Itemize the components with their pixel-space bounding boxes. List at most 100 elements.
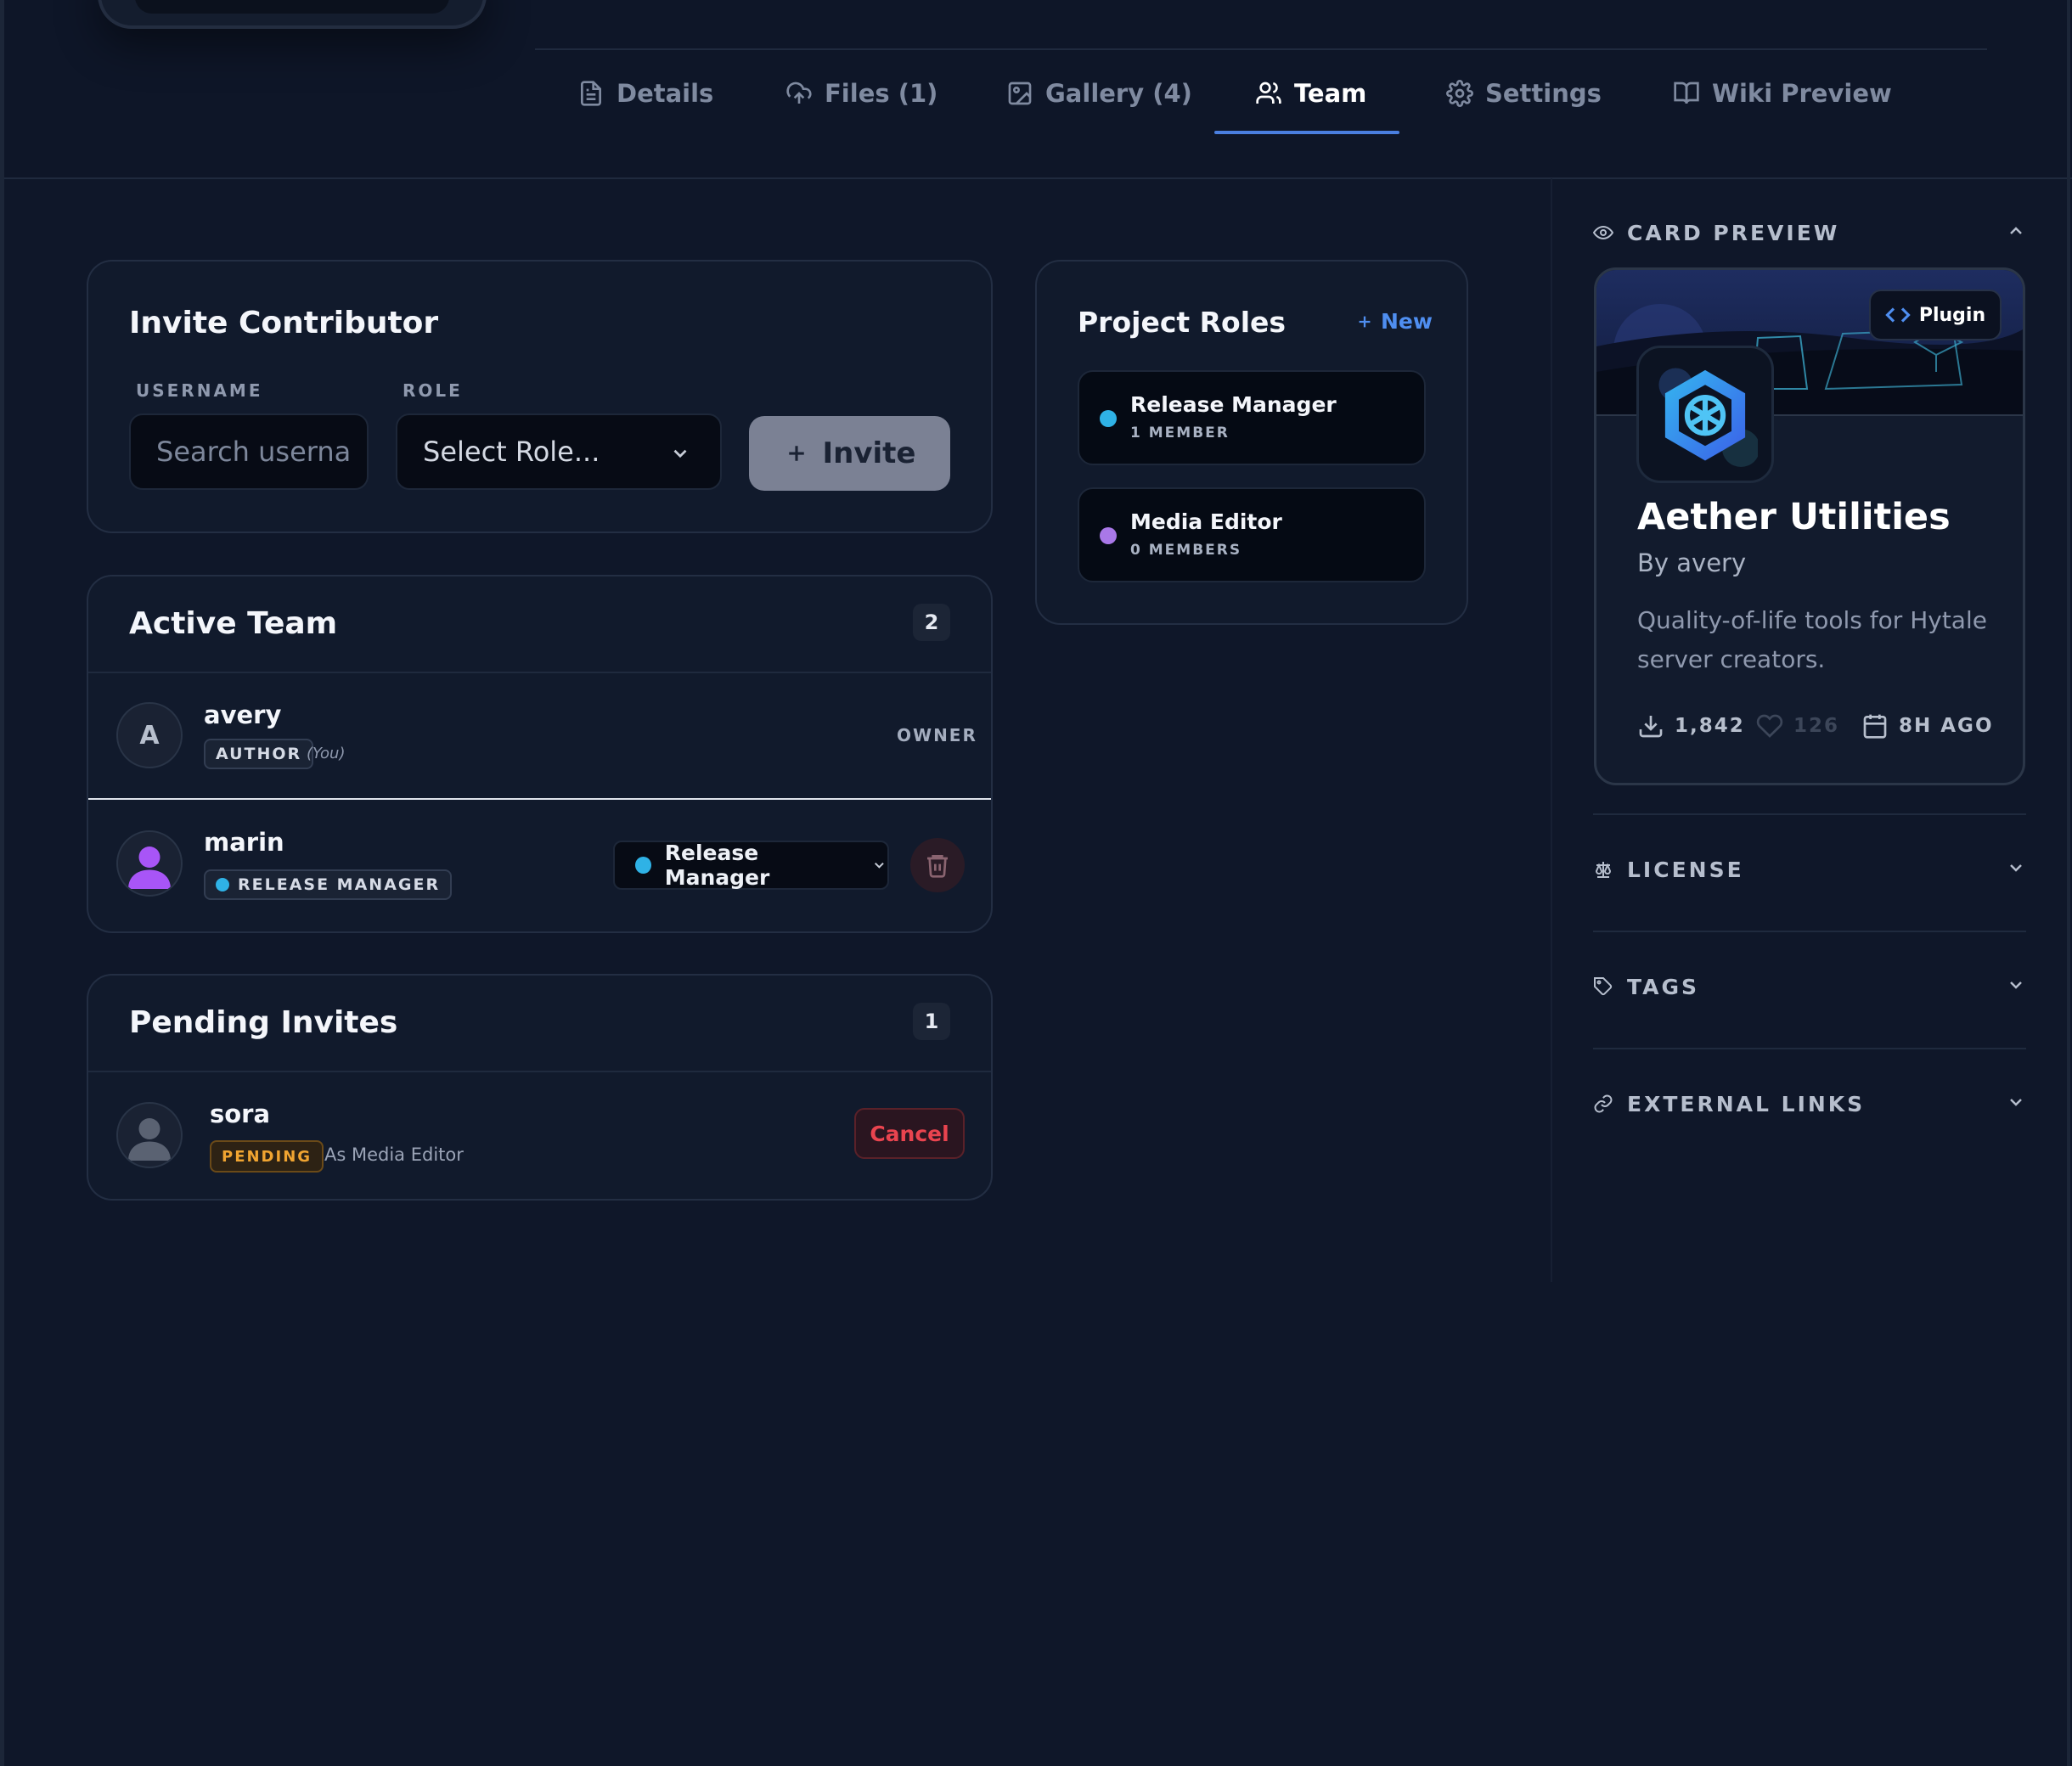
window-edge-left <box>0 0 4 1766</box>
tab-settings[interactable]: Settings <box>1446 75 1602 112</box>
pending-invites-title: Pending Invites <box>129 1005 398 1040</box>
member-separator <box>88 798 991 800</box>
chevron-down-icon <box>2010 981 2022 989</box>
member-role-select[interactable]: Release Manager <box>613 841 889 890</box>
role-name: Media Editor <box>1130 509 1282 534</box>
section-divider <box>1593 1048 2026 1049</box>
updated-time: 8H AGO <box>1899 715 1994 737</box>
tab-team[interactable]: Team <box>1255 75 1366 112</box>
tag-icon <box>1594 977 1613 996</box>
license-section-header[interactable]: LICENSE <box>1593 852 2026 886</box>
pending-status-label: PENDING <box>222 1147 312 1166</box>
tab-label: Team <box>1294 79 1367 108</box>
cancel-label: Cancel <box>870 1121 949 1146</box>
chevron-down-icon <box>673 449 687 458</box>
role-item-media-editor[interactable]: Media Editor 0 MEMBERS <box>1078 487 1426 582</box>
likes-stat: 126 <box>1756 709 1839 743</box>
tab-details[interactable]: Details <box>577 75 713 112</box>
user-silhouette-icon <box>128 1118 171 1161</box>
project-type-chip: Plugin <box>1869 290 2002 340</box>
owner-badge: OWNER <box>897 725 977 745</box>
chevron-down-icon <box>2010 1099 2022 1106</box>
invite-role-text: As Media Editor <box>324 1145 464 1165</box>
role-chip-author: AUTHOR <box>204 739 314 769</box>
tags-section-header[interactable]: TAGS <box>1593 970 2026 1004</box>
project-description: Quality-of-life tools for Hytale server … <box>1637 606 1987 673</box>
active-team-divider <box>88 672 991 673</box>
tab-label: Gallery (4) <box>1045 79 1192 108</box>
role-color-dot <box>1100 527 1117 544</box>
project-logo-frame <box>98 0 487 29</box>
gear-icon <box>1446 80 1473 107</box>
external-links-section-header[interactable]: EXTERNAL LINKS <box>1593 1087 2026 1121</box>
active-tab-indicator <box>1214 131 1399 134</box>
user-silhouette-icon <box>128 846 171 889</box>
role-chip-release-manager: RELEASE MANAGER <box>204 869 453 900</box>
role-select-value: Select Role... <box>423 436 600 468</box>
trash-icon <box>927 855 948 878</box>
section-title: LICENSE <box>1627 857 1744 882</box>
book-open-icon <box>1674 82 1699 104</box>
new-role-label: New <box>1381 309 1433 334</box>
invite-title: Invite Contributor <box>129 306 439 340</box>
role-item-release-manager[interactable]: Release Manager 1 MEMBER <box>1078 370 1426 465</box>
active-team-count: 2 <box>913 604 950 641</box>
role-name: Release Manager <box>1130 392 1337 417</box>
username-search-input[interactable]: Search userna <box>129 413 369 490</box>
role-select[interactable]: Select Role... <box>396 413 722 490</box>
pending-divider <box>88 1071 991 1072</box>
hexagon-cube-icon <box>1658 368 1758 467</box>
pending-status-badge: PENDING <box>210 1140 324 1173</box>
tab-label: Files (1) <box>825 79 938 108</box>
role-member-count: 1 MEMBER <box>1130 425 1230 442</box>
tab-wiki-preview[interactable]: Wiki Preview <box>1673 75 1892 112</box>
role-color-dot <box>1100 410 1117 427</box>
sidebar-divider <box>1551 178 1552 1282</box>
active-team-title: Active Team <box>129 606 338 641</box>
avatar: A <box>116 702 183 768</box>
downloads-count: 1,842 <box>1675 715 1745 737</box>
role-chip-label: RELEASE MANAGER <box>238 875 441 894</box>
window-edge-right <box>2067 0 2070 1766</box>
section-title: TAGS <box>1627 974 1699 999</box>
project-title: Aether Utilities <box>1637 496 1951 538</box>
calendar-icon <box>1863 714 1887 739</box>
pending-invites-count: 1 <box>913 1003 950 1040</box>
section-divider <box>1593 813 2026 815</box>
member-name: marin <box>204 828 284 857</box>
plus-icon <box>788 446 804 461</box>
likes-count: 126 <box>1793 715 1840 737</box>
member-role-value: Release Manager <box>664 841 770 890</box>
chevron-down-icon <box>875 862 885 869</box>
code-icon <box>1885 307 1911 323</box>
heart-icon <box>1756 714 1783 738</box>
avatar <box>116 1102 183 1168</box>
avatar-initial: A <box>139 720 160 751</box>
card-preview-header[interactable]: CARD PREVIEW <box>1593 216 2026 250</box>
cancel-invite-button[interactable]: Cancel <box>854 1108 965 1159</box>
username-placeholder: Search userna <box>156 436 352 468</box>
role-color-dot <box>635 857 651 874</box>
downloads-stat: 1,842 <box>1637 709 1745 743</box>
new-role-button[interactable]: New <box>1355 309 1433 334</box>
tab-gallery[interactable]: Gallery (4) <box>1006 75 1192 112</box>
image-icon <box>1008 82 1032 105</box>
member-name: avery <box>204 700 282 729</box>
project-type-label: Plugin <box>1918 304 1986 326</box>
download-icon <box>1639 716 1663 738</box>
role-color-dot <box>216 878 229 891</box>
invite-button-label: Invite <box>822 436 916 470</box>
tab-files[interactable]: Files (1) <box>785 75 937 112</box>
remove-member-button[interactable] <box>910 838 965 892</box>
invitee-name: sora <box>210 1100 271 1128</box>
project-author: By avery <box>1637 548 1747 577</box>
section-title: EXTERNAL LINKS <box>1627 1091 1866 1116</box>
tab-label: Settings <box>1485 79 1602 108</box>
link-icon <box>1594 1094 1613 1113</box>
project-roles-title: Project Roles <box>1078 306 1287 339</box>
role-chip-label: AUTHOR <box>216 745 302 763</box>
updated-stat: 8H AGO <box>1861 709 1994 743</box>
tab-label: Wiki Preview <box>1712 79 1892 108</box>
scale-icon <box>1595 862 1612 878</box>
invite-button[interactable]: Invite <box>749 416 950 491</box>
